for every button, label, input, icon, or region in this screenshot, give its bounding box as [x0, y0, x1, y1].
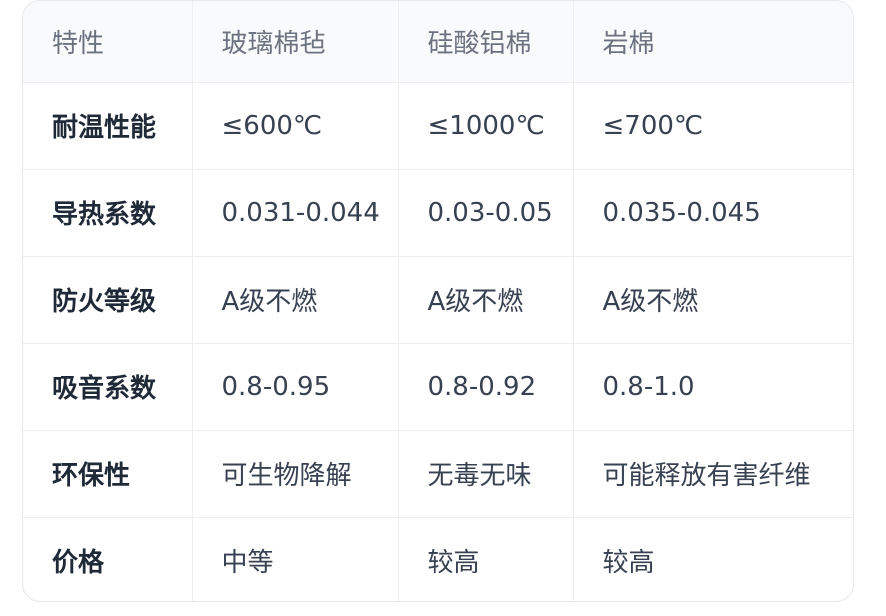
table-cell: A级不燃 — [398, 256, 574, 344]
table-cell: 0.8-0.95 — [192, 343, 399, 431]
table-cell: 无毒无味 — [398, 430, 574, 518]
table-cell: ≤700℃ — [573, 82, 853, 170]
table-header: 特性 玻璃棉毡 硅酸铝棉 岩棉 — [23, 1, 853, 83]
table-cell: A级不燃 — [573, 256, 853, 344]
header-cell-glass-wool-felt: 玻璃棉毡 — [192, 1, 399, 83]
table-cell: 0.8-1.0 — [573, 343, 853, 431]
table-cell: 较高 — [398, 517, 574, 601]
row-label: 环保性 — [23, 430, 193, 518]
table-row: 耐温性能 ≤600℃ ≤1000℃ ≤700℃ — [23, 82, 853, 170]
table-cell: 0.8-0.92 — [398, 343, 574, 431]
row-label: 吸音系数 — [23, 343, 193, 431]
table-cell: A级不燃 — [192, 256, 399, 344]
comparison-table-container: 特性 玻璃棉毡 硅酸铝棉 岩棉 耐温性能 ≤600℃ ≤1000℃ ≤700℃ … — [22, 0, 854, 602]
table-cell: ≤1000℃ — [398, 82, 574, 170]
header-cell-property: 特性 — [23, 1, 193, 83]
table-row: 导热系数 0.031-0.044 0.03-0.05 0.035-0.045 — [23, 169, 853, 257]
table-cell: 较高 — [602, 548, 655, 579]
row-label: 耐温性能 — [23, 82, 193, 170]
header-row: 特性 玻璃棉毡 硅酸铝棉 岩棉 — [23, 1, 853, 83]
row-label: 防火等级 — [23, 256, 193, 344]
table-cell: ≤600℃ — [192, 82, 399, 170]
header-cell-rock-wool: 岩棉 — [573, 1, 853, 83]
table-cell: 0.03-0.05 — [398, 169, 574, 257]
table-body: 耐温性能 ≤600℃ ≤1000℃ ≤700℃ 导热系数 0.031-0.044… — [23, 82, 853, 601]
table-row: 价格 中等 较高 较高 — [23, 517, 853, 601]
row-label: 价格 — [23, 517, 193, 601]
table-row: 环保性 可生物降解 无毒无味 可能释放有害纤维 — [23, 430, 853, 518]
table-cell: 可能释放有害纤维 — [573, 430, 853, 518]
table-row: 防火等级 A级不燃 A级不燃 A级不燃 — [23, 256, 853, 344]
table-cell: 中等 — [192, 517, 399, 601]
table-cell: 可生物降解 — [192, 430, 399, 518]
row-label: 导热系数 — [23, 169, 193, 257]
table-cell: 0.035-0.045 — [573, 169, 853, 257]
header-cell-aluminum-silicate-wool: 硅酸铝棉 — [398, 1, 574, 83]
table-cell: 0.031-0.044 — [192, 169, 399, 257]
table-row: 吸音系数 0.8-0.95 0.8-0.92 0.8-1.0 — [23, 343, 853, 431]
comparison-table: 特性 玻璃棉毡 硅酸铝棉 岩棉 耐温性能 ≤600℃ ≤1000℃ ≤700℃ … — [23, 1, 853, 601]
